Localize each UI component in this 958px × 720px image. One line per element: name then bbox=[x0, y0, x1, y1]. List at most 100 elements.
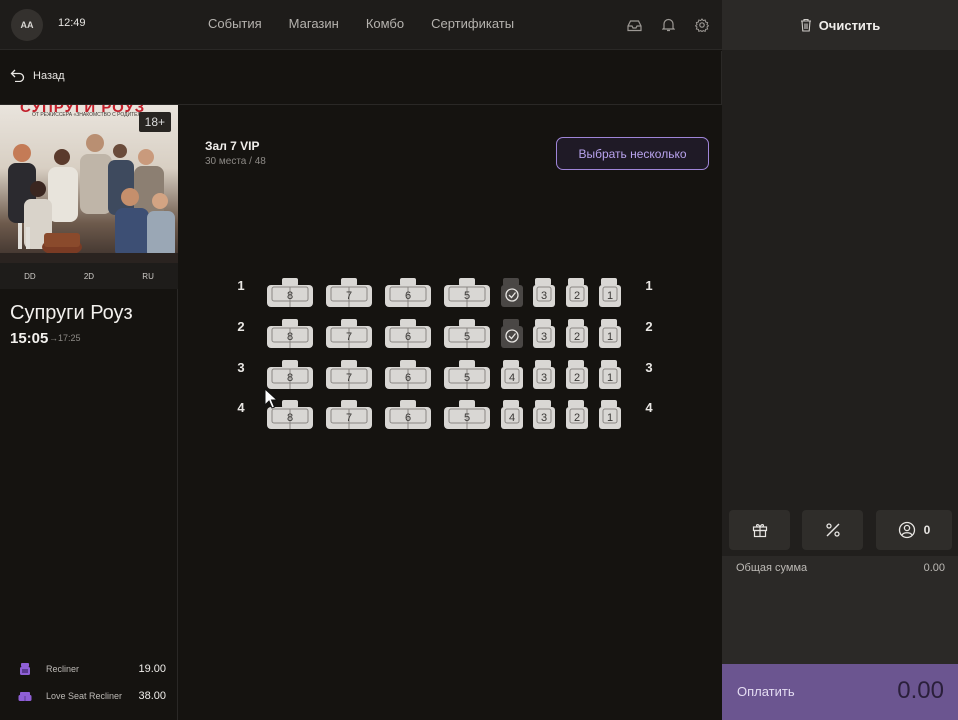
movie-panel: СУПРУГИ РОУЗ ОТ РЕЖИССЕРА «ЗНАКОМСТВО С … bbox=[0, 105, 178, 720]
svg-text:6: 6 bbox=[405, 290, 411, 302]
seat-2-2[interactable]: 2 bbox=[566, 319, 588, 348]
seat-2-6[interactable]: 6 bbox=[385, 319, 431, 348]
discount-button[interactable] bbox=[802, 510, 863, 550]
svg-text:6: 6 bbox=[405, 372, 411, 384]
seat-2-5[interactable]: 5 bbox=[444, 319, 490, 348]
total-section: Общая сумма 0.00 bbox=[722, 556, 958, 664]
mouse-cursor bbox=[264, 388, 278, 409]
legend-name: Recliner bbox=[46, 664, 80, 674]
gear-icon[interactable] bbox=[694, 17, 710, 33]
pay-button[interactable]: Оплатить 0.00 bbox=[722, 664, 958, 720]
seat-1-6[interactable]: 6 bbox=[385, 278, 431, 307]
seat-1-1[interactable]: 1 bbox=[599, 278, 621, 307]
seat-4-6[interactable]: 6 bbox=[385, 400, 431, 429]
total-label: Общая сумма bbox=[736, 562, 808, 574]
svg-text:5: 5 bbox=[464, 412, 470, 424]
nav-item-certificates[interactable]: Сертификаты bbox=[431, 16, 514, 31]
svg-text:2: 2 bbox=[574, 290, 580, 302]
svg-text:1: 1 bbox=[607, 412, 613, 424]
gift-icon bbox=[752, 524, 767, 538]
order-panel: Очистить 0 Общая сумма 0.00 Оплатить 0.0… bbox=[722, 0, 958, 720]
svg-text:8: 8 bbox=[287, 372, 293, 384]
total-value: 0.00 bbox=[923, 562, 945, 574]
gift-button[interactable] bbox=[729, 510, 790, 550]
seat-3-6[interactable]: 6 bbox=[385, 360, 431, 389]
seat-1-5[interactable]: 5 bbox=[444, 278, 490, 307]
svg-text:5: 5 bbox=[464, 372, 470, 384]
legend-item-love-seat: Love Seat Recliner 38.00 bbox=[18, 689, 166, 703]
seat-2-1[interactable]: 1 bbox=[599, 319, 621, 348]
svg-text:7: 7 bbox=[346, 412, 352, 424]
pay-label: Оплатить bbox=[737, 684, 795, 699]
svg-text:6: 6 bbox=[405, 331, 411, 343]
avatar[interactable]: AA bbox=[11, 9, 43, 41]
svg-text:8: 8 bbox=[287, 412, 293, 424]
seat-4-1[interactable]: 1 bbox=[599, 400, 621, 429]
clear-button[interactable]: Очистить bbox=[722, 0, 958, 50]
recliner-icon bbox=[20, 663, 30, 675]
age-rating-badge: 18+ bbox=[138, 112, 171, 132]
seat-3-3[interactable]: 3 bbox=[533, 360, 555, 389]
back-button[interactable]: Назад bbox=[10, 69, 65, 82]
row-label-right: 4 bbox=[645, 400, 653, 415]
inbox-icon[interactable] bbox=[626, 17, 642, 33]
customer-count: 0 bbox=[923, 523, 931, 537]
svg-text:8: 8 bbox=[287, 331, 293, 343]
row-label-right: 1 bbox=[645, 278, 652, 293]
seat-3-4[interactable]: 4 bbox=[501, 360, 523, 389]
seat-map: 1 1 8 7 6 5 3 2 1 2 2 8 7 6 5 3 2 1 3 3 8 7 6 5 4 3 2 1 4 4 8 7 6 5 4 3 2 1 bbox=[237, 278, 653, 429]
svg-text:2: 2 bbox=[574, 372, 580, 384]
svg-text:7: 7 bbox=[346, 290, 352, 302]
svg-text:3: 3 bbox=[541, 412, 547, 424]
row-label-left: 4 bbox=[237, 400, 245, 415]
svg-text:4: 4 bbox=[509, 412, 515, 424]
undo-arrow-icon bbox=[10, 69, 25, 82]
seat-4-2[interactable]: 2 bbox=[566, 400, 588, 429]
seat-1-7[interactable]: 7 bbox=[326, 278, 372, 307]
hall-seats-info: 30 места / 48 bbox=[205, 156, 266, 167]
svg-text:2: 2 bbox=[574, 412, 580, 424]
seat-3-2[interactable]: 2 bbox=[566, 360, 588, 389]
clear-label: Очистить bbox=[818, 17, 881, 33]
seat-2-8[interactable]: 8 bbox=[267, 319, 313, 348]
format-strip: DD 2D RU bbox=[0, 263, 178, 289]
nav-item-combo[interactable]: Комбо bbox=[366, 16, 404, 31]
movie-title: Супруги Роуз bbox=[10, 302, 133, 324]
nav-item-shop[interactable]: Магазин bbox=[289, 16, 339, 31]
seat-1-4[interactable] bbox=[501, 278, 523, 307]
svg-text:3: 3 bbox=[541, 331, 547, 343]
seat-3-1[interactable]: 1 bbox=[599, 360, 621, 389]
pay-total: 0.00 bbox=[897, 677, 944, 704]
seat-1-3[interactable]: 3 bbox=[533, 278, 555, 307]
legend-item-recliner: Recliner 19.00 bbox=[18, 662, 166, 676]
seat-4-7[interactable]: 7 bbox=[326, 400, 372, 429]
nav-item-events[interactable]: События bbox=[208, 16, 262, 31]
seat-4-4[interactable]: 4 bbox=[501, 400, 523, 429]
legend-price: 19.00 bbox=[138, 663, 166, 675]
seat-3-7[interactable]: 7 bbox=[326, 360, 372, 389]
legend-price: 38.00 bbox=[138, 690, 166, 702]
seat-2-7[interactable]: 7 bbox=[326, 319, 372, 348]
hall-name: Зал 7 VIP bbox=[205, 139, 260, 153]
back-label: Назад bbox=[33, 69, 65, 82]
svg-text:1: 1 bbox=[607, 331, 613, 343]
main-nav: События Магазин Комбо Сертификаты bbox=[208, 16, 514, 31]
seat-2-4[interactable] bbox=[501, 319, 523, 348]
trash-icon bbox=[800, 18, 811, 32]
bell-icon[interactable] bbox=[660, 17, 676, 33]
seat-3-8[interactable]: 8 bbox=[267, 360, 313, 389]
seat-1-2[interactable]: 2 bbox=[566, 278, 588, 307]
svg-text:3: 3 bbox=[541, 290, 547, 302]
seat-4-5[interactable]: 5 bbox=[444, 400, 490, 429]
select-multiple-button[interactable]: Выбрать несколько bbox=[556, 137, 709, 170]
seat-4-3[interactable]: 3 bbox=[533, 400, 555, 429]
customer-button[interactable]: 0 bbox=[876, 510, 952, 550]
session-start-time: 15:05 bbox=[10, 330, 49, 347]
seat-1-8[interactable]: 8 bbox=[267, 278, 313, 307]
seat-2-3[interactable]: 3 bbox=[533, 319, 555, 348]
svg-text:7: 7 bbox=[346, 331, 352, 343]
row-label-left: 3 bbox=[237, 360, 244, 375]
seat-3-5[interactable]: 5 bbox=[444, 360, 490, 389]
session-end-time: →17:25 bbox=[49, 333, 81, 343]
format-sound: DD bbox=[24, 271, 36, 281]
